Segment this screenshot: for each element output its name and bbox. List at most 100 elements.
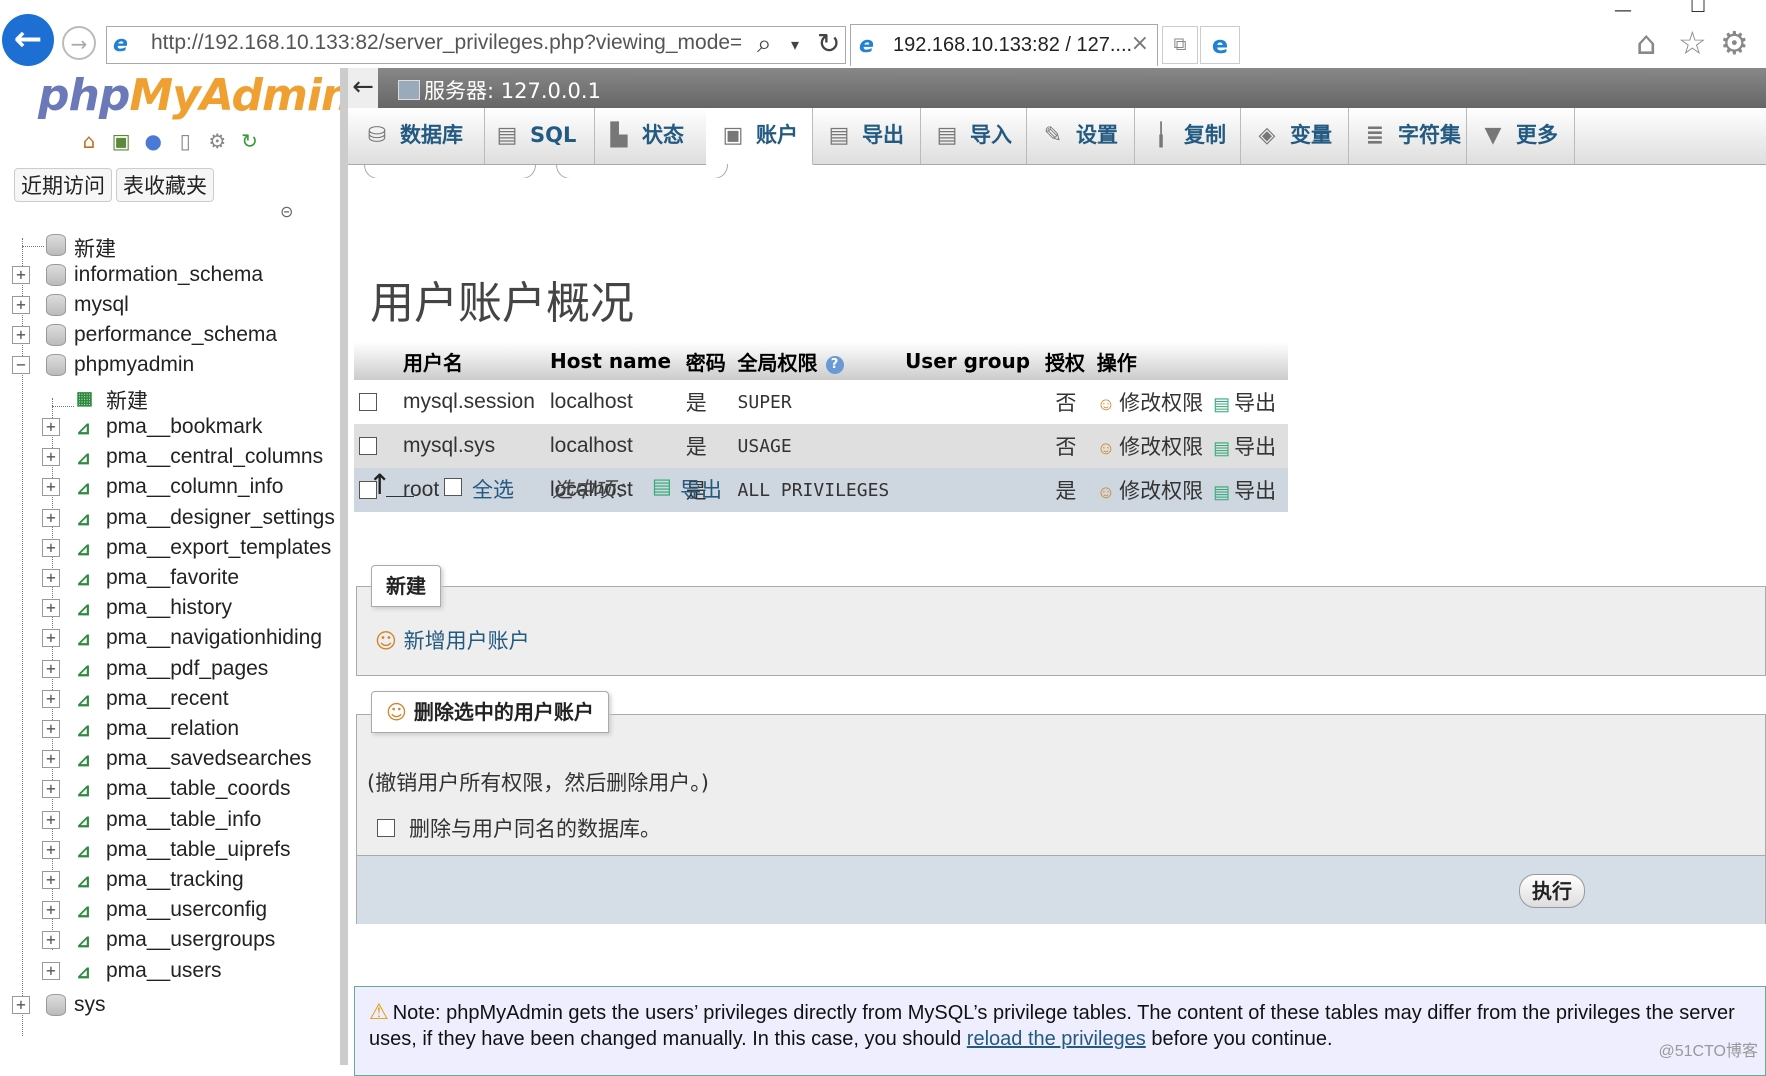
expand-icon[interactable]: + <box>12 296 30 314</box>
tab-export[interactable]: ▤ 导出 <box>812 108 921 164</box>
expand-icon[interactable]: + <box>42 448 60 467</box>
tab-settings[interactable]: ✎ 设置 <box>1026 108 1135 164</box>
help-icon[interactable]: ● <box>142 130 164 152</box>
expand-icon[interactable]: + <box>42 931 60 950</box>
export-icon[interactable]: ▤ <box>1213 438 1230 459</box>
help-icon[interactable]: ? <box>825 355 844 374</box>
phpmyadmin-logo[interactable]: phpMyAdmin <box>38 70 352 121</box>
collapse-icon[interactable]: − <box>12 356 30 374</box>
edit-privileges-icon[interactable]: ☺ <box>1097 394 1115 415</box>
go-button[interactable]: 执行 <box>1519 874 1585 908</box>
tab-replication[interactable]: ╽ 复制 <box>1134 108 1241 164</box>
row-checkbox[interactable] <box>359 437 377 456</box>
logout-icon[interactable]: ▣ <box>110 130 132 152</box>
export-icon[interactable]: ▤ <box>1213 394 1230 415</box>
drop-db-checkbox[interactable] <box>377 819 395 837</box>
panel-splitter[interactable] <box>340 68 348 1065</box>
expand-icon[interactable]: + <box>12 996 30 1014</box>
docs-icon[interactable]: ▯ <box>174 130 196 152</box>
expand-icon[interactable]: + <box>42 720 60 738</box>
refresh-icon[interactable]: ↻ <box>817 27 840 60</box>
tab-status[interactable]: ▙ 状态 <box>594 108 707 164</box>
close-icon[interactable]: × <box>1131 31 1149 56</box>
row-checkbox[interactable] <box>359 393 377 412</box>
tab-databases[interactable]: ⛁ 数据库 <box>348 108 485 164</box>
link-icon[interactable]: ⊝ <box>280 202 293 221</box>
expand-icon[interactable]: + <box>42 569 60 587</box>
minimize-icon[interactable]: — <box>1614 0 1632 21</box>
wrench-icon: ✎ <box>1043 123 1063 148</box>
server-link[interactable]: 服务器: 127.0.0.1 <box>398 75 601 105</box>
edge-icon[interactable]: e <box>1200 26 1240 64</box>
chevron-down-icon[interactable]: ▾ <box>791 31 799 59</box>
col-password[interactable]: 密码 <box>680 342 733 380</box>
expand-icon[interactable]: + <box>42 961 60 980</box>
tab-variables[interactable]: ◈ 变量 <box>1240 108 1349 164</box>
search-icon[interactable]: ⌕ <box>757 29 772 60</box>
col-username[interactable]: 用户名 <box>398 342 545 380</box>
browser-chrome: ← → e http://192.168.10.133:82/server_pr… <box>0 0 1766 68</box>
col-global-privileges[interactable]: 全局权限? <box>732 342 901 380</box>
expand-icon[interactable]: + <box>42 418 60 436</box>
col-hostname[interactable]: Host name <box>544 342 681 380</box>
expand-icon[interactable]: + <box>42 840 60 859</box>
collapse-nav-arrow-icon[interactable]: ← <box>348 68 378 108</box>
browser-tab[interactable]: e 192.168.10.133:82 / 127.... × <box>850 24 1158 66</box>
edit-privileges-link[interactable]: 修改权限 <box>1119 392 1203 415</box>
expand-icon[interactable]: + <box>42 659 60 678</box>
expand-icon[interactable]: + <box>42 780 60 799</box>
star-icon[interactable]: ☆ <box>1678 24 1707 62</box>
reload-privileges-link[interactable]: reload the privileges <box>967 1028 1146 1050</box>
home-icon[interactable]: ⌂ <box>1636 24 1656 62</box>
expand-icon[interactable]: + <box>42 478 60 497</box>
expand-icon[interactable]: + <box>42 538 60 557</box>
sql-icon: ▤ <box>496 123 518 148</box>
edit-privileges-icon[interactable]: ☺ <box>1097 482 1115 503</box>
url-text[interactable]: http://192.168.10.133:82/server_privileg… <box>151 31 741 55</box>
maximize-icon[interactable]: ☐ <box>1690 0 1706 17</box>
expand-icon[interactable]: + <box>42 871 60 889</box>
export-link[interactable]: 导出 <box>1234 480 1276 503</box>
select-all-link[interactable]: 全选 <box>472 474 514 504</box>
export-icon[interactable]: ▤ <box>1213 482 1230 503</box>
export-link[interactable]: 导出 <box>1234 436 1276 459</box>
expand-icon[interactable]: + <box>12 266 30 284</box>
col-user-group[interactable]: User group <box>900 342 1040 380</box>
tab-more[interactable]: ▼ 更多 <box>1466 108 1575 164</box>
tab-sql[interactable]: ▤ SQL <box>484 108 595 164</box>
expand-icon[interactable]: + <box>12 326 30 344</box>
back-arrow-icon[interactable]: ← <box>2 14 54 66</box>
expand-icon[interactable]: + <box>42 599 60 618</box>
expand-icon[interactable]: + <box>42 810 60 829</box>
refresh-icon[interactable]: ↻ <box>238 130 260 152</box>
subtab-user-groups[interactable] <box>556 164 728 178</box>
recent-button[interactable]: 近期访问 <box>14 168 112 202</box>
tab-charset[interactable]: ≣ 字符集 <box>1348 108 1467 164</box>
address-bar[interactable]: e http://192.168.10.133:82/server_privil… <box>106 26 846 64</box>
expand-icon[interactable]: + <box>42 750 60 769</box>
gear-icon[interactable]: ⚙ <box>1720 24 1749 62</box>
status-icon: ▙ <box>610 123 628 148</box>
new-tab-icon[interactable]: ⧉ <box>1162 26 1198 64</box>
edit-privileges-icon[interactable]: ☺ <box>1097 438 1115 459</box>
col-grant[interactable]: 授权 <box>1039 342 1092 380</box>
favorites-button[interactable]: 表收藏夹 <box>116 168 214 202</box>
tab-accounts[interactable]: ▣ 账户 <box>706 108 813 165</box>
drop-db-label[interactable]: 删除与用户同名的数据库。 <box>409 813 661 843</box>
export-link[interactable]: 导出 <box>1234 392 1276 415</box>
bulk-export-link[interactable]: 导出 <box>680 474 722 504</box>
add-user-link[interactable]: ☺ 新增用户账户 <box>375 625 530 655</box>
select-all-checkbox[interactable] <box>444 478 462 496</box>
tab-import[interactable]: ▤ 导入 <box>920 108 1027 164</box>
subtab-overview[interactable] <box>364 164 536 178</box>
expand-icon[interactable]: + <box>42 901 60 920</box>
edit-privileges-link[interactable]: 修改权限 <box>1119 480 1203 503</box>
forward-arrow-icon[interactable]: → <box>62 26 96 60</box>
gear-icon[interactable]: ⚙ <box>206 130 228 152</box>
edit-privileges-link[interactable]: 修改权限 <box>1119 436 1203 459</box>
expand-icon[interactable]: + <box>42 629 60 648</box>
home-icon[interactable]: ⌂ <box>78 130 100 152</box>
export-icon[interactable]: ▤ <box>652 474 672 498</box>
expand-icon[interactable]: + <box>42 508 60 527</box>
expand-icon[interactable]: + <box>42 689 60 708</box>
